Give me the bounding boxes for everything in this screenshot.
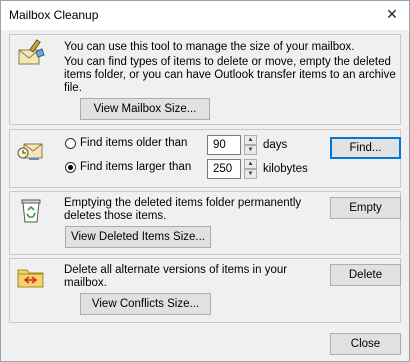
spin-up-icon[interactable]: ▲ <box>244 135 257 145</box>
larger-than-value: 250 <box>213 163 233 175</box>
larger-than-unit: kilobytes <box>263 163 308 175</box>
recycle-bin-icon <box>21 199 41 223</box>
conflicts-folder-icon <box>17 269 44 288</box>
manage-line-3: items folder, or you can have Outlook tr… <box>64 69 396 81</box>
spin-down-icon[interactable]: ▼ <box>244 145 257 155</box>
title-bar: Mailbox Cleanup ✕ <box>0 0 410 30</box>
manage-line-2: You can find types of items to delete or… <box>64 56 391 68</box>
conflicts-line-1: Delete all alternate versions of items i… <box>64 264 288 276</box>
manage-line-1: You can use this tool to manage the size… <box>64 41 355 53</box>
view-mailbox-size-button[interactable]: View Mailbox Size... <box>80 98 210 120</box>
older-than-stepper[interactable]: ▲ ▼ <box>244 135 257 155</box>
spin-up-icon[interactable]: ▲ <box>244 159 257 169</box>
older-than-radio[interactable] <box>65 138 76 149</box>
close-icon[interactable]: ✕ <box>381 4 403 24</box>
manage-line-4: file. <box>64 82 82 94</box>
older-than-field[interactable]: 90 <box>207 135 241 155</box>
deleted-line-1: Emptying the deleted items folder perman… <box>64 197 302 209</box>
view-deleted-items-size-button[interactable]: View Deleted Items Size... <box>65 226 211 248</box>
larger-than-stepper[interactable]: ▲ ▼ <box>244 159 257 179</box>
close-button[interactable]: Close <box>330 333 401 355</box>
empty-button[interactable]: Empty <box>330 197 401 219</box>
older-than-label: Find items older than <box>80 137 188 149</box>
find-items-icon <box>17 143 43 160</box>
larger-than-field[interactable]: 250 <box>207 159 241 179</box>
mailbox-cleanup-icon <box>18 39 45 65</box>
window-title: Mailbox Cleanup <box>9 8 99 22</box>
delete-button[interactable]: Delete <box>330 264 401 286</box>
view-conflicts-size-button[interactable]: View Conflicts Size... <box>80 293 211 315</box>
deleted-line-2: deletes those items. <box>64 210 167 222</box>
larger-than-radio[interactable] <box>65 162 76 173</box>
older-than-unit: days <box>263 139 288 151</box>
spin-down-icon[interactable]: ▼ <box>244 169 257 179</box>
older-than-value: 90 <box>213 139 226 151</box>
conflicts-line-2: mailbox. <box>64 277 107 289</box>
find-button[interactable]: Find... <box>330 137 401 159</box>
larger-than-label: Find items larger than <box>80 161 192 173</box>
